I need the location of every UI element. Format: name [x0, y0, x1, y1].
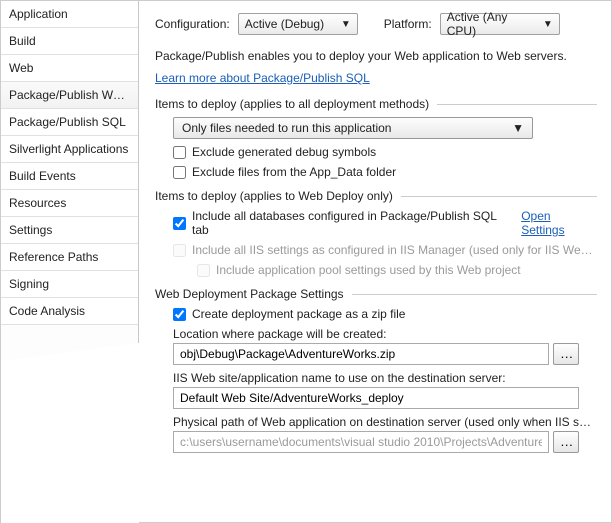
sidebar-item-settings[interactable]: Settings	[1, 217, 138, 244]
items-to-deploy-value: Only files needed to run this applicatio…	[182, 121, 391, 135]
exclude-appdata-checkbox[interactable]	[173, 166, 186, 179]
chevron-down-icon: ▼	[543, 19, 553, 30]
chevron-down-icon: ▼	[341, 19, 351, 30]
create-zip-label: Create deployment package as a zip file	[192, 307, 405, 321]
sidebar-item-package-publish-web[interactable]: Package/Publish Web*	[1, 82, 138, 109]
sidebar-item-silverlight-applications[interactable]: Silverlight Applications	[1, 136, 138, 163]
include-iis-label: Include all IIS settings as configured i…	[192, 243, 597, 257]
sidebar-item-build-events[interactable]: Build Events	[1, 163, 138, 190]
sidebar: Application Build Web Package/Publish We…	[1, 1, 139, 522]
configuration-dropdown[interactable]: Active (Debug) ▼	[238, 13, 358, 35]
platform-label: Platform:	[384, 17, 432, 31]
section-items-all-title: Items to deploy (applies to all deployme…	[155, 97, 429, 111]
physical-path-label: Physical path of Web application on dest…	[173, 415, 593, 429]
main-panel: Configuration: Active (Debug) ▼ Platform…	[139, 1, 611, 522]
chevron-down-icon: ▼	[512, 121, 524, 135]
sidebar-item-web[interactable]: Web	[1, 55, 138, 82]
section-items-webdeploy-title: Items to deploy (applies to Web Deploy o…	[155, 189, 393, 203]
site-name-input[interactable]	[173, 387, 579, 409]
exclude-debug-checkbox[interactable]	[173, 146, 186, 159]
description-text: Package/Publish enables you to deploy yo…	[155, 47, 597, 65]
platform-dropdown[interactable]: Active (Any CPU) ▼	[440, 13, 560, 35]
configuration-value: Active (Debug)	[245, 17, 324, 31]
learn-more-link[interactable]: Learn more about Package/Publish SQL	[155, 71, 370, 85]
open-settings-link[interactable]: Open Settings	[521, 209, 597, 237]
sidebar-item-package-publish-sql[interactable]: Package/Publish SQL	[1, 109, 138, 136]
sidebar-item-code-analysis[interactable]: Code Analysis	[1, 298, 138, 325]
physical-path-browse-button[interactable]: …	[553, 431, 579, 453]
include-apppool-checkbox	[197, 264, 210, 277]
sidebar-item-resources[interactable]: Resources	[1, 190, 138, 217]
sidebar-item-reference-paths[interactable]: Reference Paths	[1, 244, 138, 271]
divider	[437, 104, 597, 105]
include-apppool-label: Include application pool settings used b…	[216, 263, 521, 277]
configuration-label: Configuration:	[155, 17, 230, 31]
include-iis-checkbox	[173, 244, 186, 257]
sidebar-item-build[interactable]: Build	[1, 28, 138, 55]
sidebar-item-signing[interactable]: Signing	[1, 271, 138, 298]
sidebar-item-application[interactable]: Application	[1, 1, 138, 28]
location-input[interactable]	[173, 343, 549, 365]
exclude-debug-label: Exclude generated debug symbols	[192, 145, 376, 159]
section-web-deployment-title: Web Deployment Package Settings	[155, 287, 344, 301]
include-databases-label: Include all databases configured in Pack…	[192, 209, 515, 237]
divider	[352, 294, 597, 295]
location-label: Location where package will be created:	[173, 327, 597, 341]
items-to-deploy-dropdown[interactable]: Only files needed to run this applicatio…	[173, 117, 533, 139]
divider	[401, 196, 597, 197]
include-databases-checkbox[interactable]	[173, 217, 186, 230]
exclude-appdata-label: Exclude files from the App_Data folder	[192, 165, 396, 179]
platform-value: Active (Any CPU)	[447, 10, 533, 38]
create-zip-checkbox[interactable]	[173, 308, 186, 321]
site-name-label: IIS Web site/application name to use on …	[173, 371, 597, 385]
location-browse-button[interactable]: …	[553, 343, 579, 365]
physical-path-input	[173, 431, 549, 453]
